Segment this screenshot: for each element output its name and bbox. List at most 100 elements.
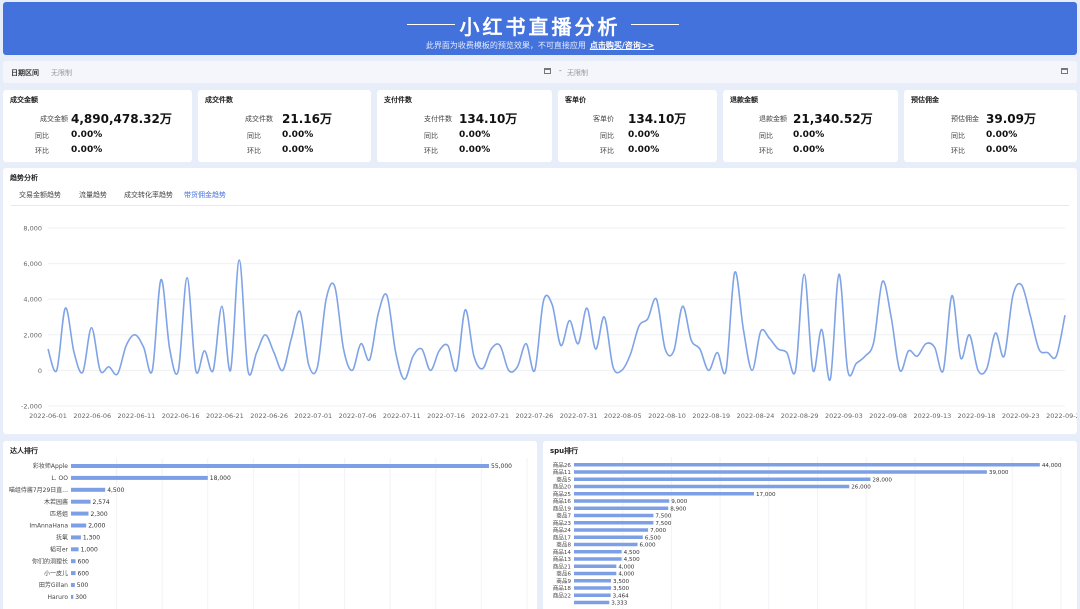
bar-value-label: 7,000: [650, 528, 666, 534]
x-tick-label: 2022-06-16: [162, 412, 200, 420]
y-tick-label: 8,000: [23, 225, 42, 233]
kpi-card-gmv: 成交金额 成交金额 4,890,478.32万 同比 0.00% 环比 0.00…: [3, 90, 192, 162]
talent-ranking-panel: 达人排行 彩妆师Apple L. OO 喵组侍酱7月29日直... 木若园酱 匹塔姐 Im…: [3, 441, 537, 609]
bar: [71, 523, 87, 528]
y-tick-label: 2,000: [23, 331, 42, 339]
x-tick-label: 2022-09-28: [1046, 412, 1077, 420]
title-decoration-right: [631, 24, 679, 25]
x-tick-label: 2022-06-21: [206, 412, 244, 420]
preview-notice: 此界面为收费模板的预览效果，不可直接应用: [425, 41, 586, 50]
bar-value-label: 4,500: [624, 550, 640, 556]
kpi-value: 39.09万: [986, 112, 1036, 126]
bar-value-label: 28,000: [872, 477, 892, 483]
bar-value-label: 600: [78, 570, 90, 577]
kpi-mom-value: 0.00%: [628, 145, 660, 155]
bar-value-label: 4,500: [624, 557, 640, 563]
category-label: 商品18: [553, 584, 572, 592]
end-calendar-icon[interactable]: [1061, 68, 1068, 74]
bar: [71, 594, 74, 599]
bar: [574, 506, 669, 510]
kpi-value: 134.10万: [628, 112, 687, 126]
bar-value-label: 6,000: [640, 543, 656, 549]
kpi-yoy-value: 0.00%: [628, 130, 660, 140]
trend-title: 趋势分析: [10, 174, 38, 182]
category-label: 商品24: [553, 526, 572, 534]
kpi-mom-value: 0.00%: [282, 145, 314, 155]
bar-value-label: 3,500: [613, 586, 629, 592]
x-tick-label: 2022-08-29: [781, 412, 819, 420]
bar: [71, 464, 489, 468]
category-label: 抚氧: [56, 534, 68, 542]
kpi-yoy-value: 0.00%: [793, 130, 825, 140]
bar-value-label: 26,000: [851, 485, 871, 491]
tab-traffic[interactable]: 流量趋势: [79, 190, 107, 205]
purchase-link[interactable]: 点击购买/咨询>>: [590, 41, 654, 50]
category-label: 韬可er: [50, 546, 69, 554]
kpi-card-orders: 成交件数 成交件数 21.16万 同比 0.00% 环比 0.00%: [198, 90, 371, 162]
kpi-mom-value: 0.00%: [793, 145, 825, 155]
x-tick-label: 2022-07-01: [294, 412, 332, 420]
kpi-yoy-label: 同比: [247, 132, 261, 140]
category-label: 商品16: [553, 497, 572, 505]
category-label: 木若园酱: [44, 498, 68, 506]
tab-commission[interactable]: 带货佣金趋势: [184, 190, 226, 206]
kpi-mom-value: 0.00%: [71, 145, 103, 155]
tab-conversion-rate[interactable]: 成交转化率趋势: [124, 190, 173, 205]
x-tick-label: 2022-07-21: [471, 412, 509, 420]
kpi-value: 21.16万: [282, 112, 332, 126]
end-date-input[interactable]: 无限制: [567, 68, 588, 78]
start-date-input[interactable]: 无限制: [51, 68, 72, 78]
bar-value-label: 1,300: [83, 535, 100, 542]
start-calendar-icon[interactable]: [544, 68, 551, 74]
bar: [574, 484, 850, 489]
bar-value-label: 3,500: [613, 579, 629, 585]
kpi-yoy-value: 0.00%: [986, 130, 1018, 140]
bar-value-label: 4,000: [618, 572, 634, 578]
y-tick-label: -2,000: [21, 403, 42, 411]
bar: [574, 513, 654, 518]
bar: [71, 559, 76, 564]
x-tick-label: 2022-08-05: [604, 412, 642, 420]
kpi-title: 成交金额: [10, 96, 38, 104]
x-tick-label: 2022-07-11: [383, 412, 421, 420]
bar-value-label: 39,000: [989, 470, 1009, 476]
bar: [574, 477, 871, 481]
category-label: 小一皮儿: [44, 569, 68, 577]
kpi-title: 支付件数: [384, 96, 412, 104]
bar-value-label: 44,000: [1042, 463, 1062, 469]
bar: [574, 542, 638, 547]
category-label: 商品23: [553, 519, 572, 527]
trend-panel: 趋势分析 交易金额趋势 流量趋势 成交转化率趋势 带货佣金趋势 -2,000 0 2…: [3, 168, 1077, 434]
spu-ranking-panel: spu排行 商品26 商品11 商品5 商品20 商品25 商品16 商品19 商品7 商品23…: [543, 441, 1077, 609]
kpi-mom-value: 0.00%: [986, 145, 1018, 155]
bar: [71, 535, 81, 540]
y-tick-label: 4,000: [23, 296, 42, 304]
kpi-mom-value: 0.00%: [459, 145, 491, 155]
x-tick-label: 2022-06-06: [73, 412, 111, 420]
bar-value-label: 2,000: [88, 523, 105, 530]
x-tick-label: 2022-09-23: [1002, 412, 1040, 420]
bar: [574, 586, 612, 590]
bar: [574, 571, 617, 576]
page-header: 小红书直播分析 此界面为收费模板的预览效果，不可直接应用 点击购买/咨询>>: [3, 2, 1077, 55]
kpi-label: 成交件数: [245, 115, 273, 123]
tab-transaction-amount[interactable]: 交易金额趋势: [19, 190, 61, 205]
bar: [71, 499, 91, 504]
bar: [574, 579, 612, 583]
kpi-card-commission: 预估佣金 预估佣金 39.09万 同比 0.00% 环比 0.00%: [904, 90, 1077, 162]
category-label: 商品21: [553, 562, 572, 570]
kpi-mom-label: 环比: [951, 147, 965, 155]
x-tick-label: 2022-07-06: [339, 412, 377, 420]
bar: [574, 521, 654, 525]
category-label: 匹塔姐: [50, 510, 68, 518]
kpi-yoy-label: 同比: [951, 132, 965, 140]
date-range-label: 日期区间: [11, 69, 39, 77]
category-label: 商品6: [556, 570, 571, 578]
bar-value-label: 2,300: [90, 511, 107, 518]
spu-bar-chart: 商品26商品11商品5商品20商品25商品16商品19商品7商品23商品24商品…: [553, 457, 1062, 609]
kpi-label: 支付件数: [424, 115, 452, 123]
bar: [71, 583, 75, 587]
category-label: 商品19: [553, 504, 572, 512]
bar: [574, 593, 611, 597]
kpi-label: 成交金额: [40, 115, 68, 123]
